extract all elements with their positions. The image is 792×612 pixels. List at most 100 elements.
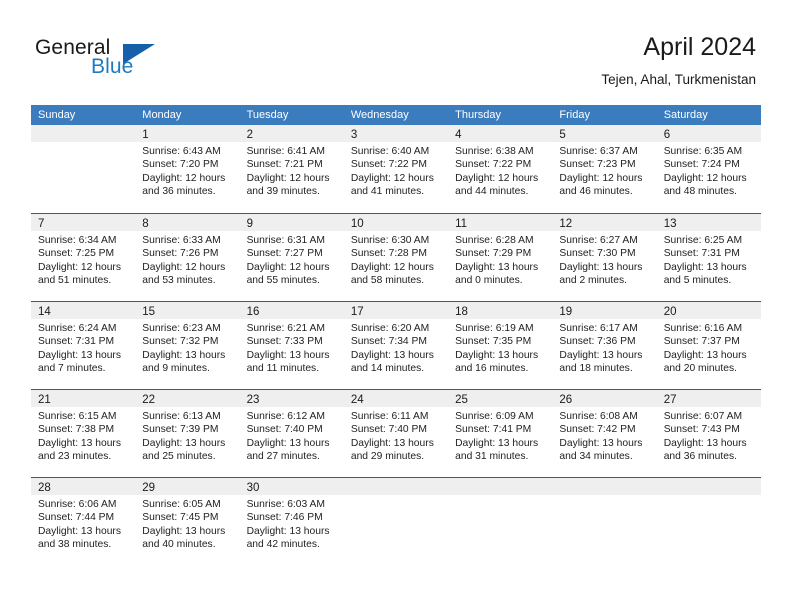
daylight-duration-line1: Daylight: 13 hours — [142, 349, 226, 361]
day-number: 29 — [142, 482, 156, 494]
calendar-day-cell[interactable]: 10 Sunrise: 6:30 AM Sunset: 7:28 PM Dayligh… — [343, 214, 449, 301]
day-number: 20 — [663, 306, 677, 318]
calendar-day-cell[interactable]: 5 Sunrise: 6:37 AM Sunset: 7:23 PM Daylight… — [552, 125, 657, 213]
day-number-band: 15 — [135, 302, 240, 319]
calendar-day-cell[interactable]: 17 Sunrise: 6:20 AM Sunset: 7:34 PM Dayligh… — [343, 302, 449, 389]
day-details: Sunrise: 6:38 AM Sunset: 7:22 PM Daylight:… — [448, 142, 552, 198]
sunset-time: Sunset: 7:23 PM — [559, 159, 636, 171]
calendar-week-row: 14 Sunrise: 6:24 AM Sunset: 7:31 PM Dayligh… — [31, 301, 761, 389]
calendar-day-cell[interactable]: 13 Sunrise: 6:25 AM Sunset: 7:31 PM Dayligh… — [656, 214, 761, 301]
daylight-duration-line2: and 42 minutes. — [246, 538, 320, 550]
day-number: 19 — [559, 306, 573, 318]
calendar-day-cell[interactable]: 2 Sunrise: 6:41 AM Sunset: 7:21 PM Daylight… — [239, 125, 344, 213]
day-number-band: 19 — [552, 302, 657, 319]
calendar-day-cell[interactable]: 1 Sunrise: 6:43 AM Sunset: 7:20 PM Daylight… — [135, 125, 240, 213]
calendar-day-cell[interactable]: 29 Sunrise: 6:05 AM Sunset: 7:45 PM Dayligh… — [135, 478, 240, 564]
day-number-band: 13 — [656, 214, 761, 231]
calendar-day-cell[interactable]: 14 Sunrise: 6:24 AM Sunset: 7:31 PM Dayligh… — [31, 302, 136, 389]
daylight-duration-line2: and 31 minutes. — [455, 450, 529, 462]
weekday-header-friday: Friday — [559, 109, 590, 121]
calendar-day-cell[interactable]: 11 Sunrise: 6:28 AM Sunset: 7:29 PM Dayligh… — [448, 214, 553, 301]
daylight-duration-line1: Daylight: 13 hours — [455, 437, 539, 449]
sunset-time: Sunset: 7:20 PM — [142, 159, 219, 171]
daylight-duration-line1: Daylight: 12 hours — [559, 172, 643, 184]
day-number-band: 30 — [239, 478, 344, 495]
day-number: 22 — [142, 394, 156, 406]
sunset-time: Sunset: 7:31 PM — [38, 336, 115, 348]
calendar-day-cell[interactable]: 4 Sunrise: 6:38 AM Sunset: 7:22 PM Daylight… — [448, 125, 553, 213]
day-number-band: 28 — [31, 478, 136, 495]
sunset-time: Sunset: 7:37 PM — [663, 336, 740, 348]
sunset-time: Sunset: 7:26 PM — [142, 248, 219, 260]
daylight-duration-line1: Daylight: 13 hours — [142, 525, 226, 537]
calendar-day-cell[interactable]: 27 Sunrise: 6:07 AM Sunset: 7:43 PM Dayligh… — [656, 390, 761, 477]
day-details: Sunrise: 6:16 AM Sunset: 7:37 PM Daylight:… — [657, 319, 761, 375]
daylight-duration-line2: and 36 minutes. — [142, 185, 216, 197]
daylight-duration-line1: Daylight: 12 hours — [142, 172, 226, 184]
day-details: Sunrise: 6:34 AM Sunset: 7:25 PM Daylight:… — [31, 231, 135, 287]
day-number: 5 — [559, 129, 566, 141]
day-number-band: 1 — [135, 125, 240, 142]
sunset-time: Sunset: 7:34 PM — [350, 336, 427, 348]
sunset-time: Sunset: 7:41 PM — [455, 424, 532, 436]
calendar-day-cell[interactable]: 6 Sunrise: 6:35 AM Sunset: 7:24 PM Daylight… — [656, 125, 761, 213]
day-details: Sunrise: 6:37 AM Sunset: 7:23 PM Daylight:… — [552, 142, 656, 198]
sunset-time: Sunset: 7:40 PM — [350, 424, 427, 436]
daylight-duration-line1: Daylight: 13 hours — [455, 349, 539, 361]
sunset-time: Sunset: 7:33 PM — [246, 336, 323, 348]
calendar-day-cell[interactable]: 23 Sunrise: 6:12 AM Sunset: 7:40 PM Dayligh… — [239, 390, 344, 477]
daylight-duration-line1: Daylight: 13 hours — [455, 261, 539, 273]
sunrise-time: Sunrise: 6:28 AM — [455, 235, 534, 246]
calendar-day-cell[interactable]: 7 Sunrise: 6:34 AM Sunset: 7:25 PM Daylight… — [31, 214, 136, 301]
calendar-day-cell[interactable]: 15 Sunrise: 6:23 AM Sunset: 7:32 PM Dayligh… — [135, 302, 240, 389]
day-number-band: 29 — [135, 478, 240, 495]
day-number: 14 — [38, 306, 51, 318]
day-number-band: 25 — [448, 390, 553, 407]
sunset-time: Sunset: 7:32 PM — [142, 336, 219, 348]
sunrise-time: Sunrise: 6:35 AM — [663, 146, 743, 157]
calendar-day-cell[interactable]: 18 Sunrise: 6:19 AM Sunset: 7:35 PM Dayligh… — [448, 302, 553, 389]
calendar-day-cell[interactable]: 30 Sunrise: 6:03 AM Sunset: 7:46 PM Dayligh… — [239, 478, 344, 564]
calendar-day-cell[interactable]: 28 Sunrise: 6:06 AM Sunset: 7:44 PM Dayligh… — [31, 478, 136, 564]
daylight-duration-line1: Daylight: 13 hours — [350, 437, 434, 449]
day-details: Sunrise: 6:35 AM Sunset: 7:24 PM Daylight:… — [657, 142, 761, 198]
sunrise-time: Sunrise: 6:30 AM — [350, 235, 430, 246]
sunset-time: Sunset: 7:21 PM — [246, 159, 323, 171]
sunrise-time: Sunrise: 6:17 AM — [559, 323, 638, 334]
calendar-day-cell[interactable]: 8 Sunrise: 6:33 AM Sunset: 7:26 PM Daylight… — [135, 214, 240, 301]
calendar-day-cell[interactable]: 16 Sunrise: 6:21 AM Sunset: 7:33 PM Dayligh… — [239, 302, 344, 389]
calendar-day-cell[interactable]: 19 Sunrise: 6:17 AM Sunset: 7:36 PM Dayligh… — [552, 302, 657, 389]
day-number-band: 16 — [239, 302, 344, 319]
general-blue-logo[interactable]: General Blue — [35, 36, 215, 86]
sunrise-time: Sunrise: 6:15 AM — [38, 411, 117, 422]
calendar-day-cell[interactable]: 20 Sunrise: 6:16 AM Sunset: 7:37 PM Dayligh… — [656, 302, 761, 389]
calendar-day-cell[interactable]: 21 Sunrise: 6:15 AM Sunset: 7:38 PM Dayligh… — [31, 390, 136, 477]
daylight-duration-line2: and 16 minutes. — [455, 362, 529, 374]
day-number-band — [343, 478, 449, 495]
day-number: 18 — [455, 306, 468, 318]
sunset-time: Sunset: 7:22 PM — [455, 159, 532, 171]
calendar-day-cell[interactable]: 26 Sunrise: 6:08 AM Sunset: 7:42 PM Dayligh… — [552, 390, 657, 477]
day-details: Sunrise: 6:15 AM Sunset: 7:38 PM Daylight:… — [31, 407, 135, 463]
sunset-time: Sunset: 7:22 PM — [350, 159, 427, 171]
calendar-day-cell[interactable]: 9 Sunrise: 6:31 AM Sunset: 7:27 PM Daylight… — [239, 214, 344, 301]
day-details: Sunrise: 6:40 AM Sunset: 7:22 PM Daylight:… — [344, 142, 448, 198]
day-details: Sunrise: 6:43 AM Sunset: 7:20 PM Daylight:… — [135, 142, 239, 198]
day-details: Sunrise: 6:27 AM Sunset: 7:30 PM Daylight:… — [552, 231, 656, 287]
daylight-duration-line1: Daylight: 12 hours — [350, 172, 434, 184]
day-details: Sunrise: 6:28 AM Sunset: 7:29 PM Daylight:… — [448, 231, 552, 287]
day-details: Sunrise: 6:41 AM Sunset: 7:21 PM Daylight:… — [240, 142, 344, 198]
day-number-band: 11 — [448, 214, 553, 231]
calendar-day-cell[interactable]: 25 Sunrise: 6:09 AM Sunset: 7:41 PM Dayligh… — [448, 390, 553, 477]
calendar-day-cell[interactable]: 12 Sunrise: 6:27 AM Sunset: 7:30 PM Dayligh… — [552, 214, 657, 301]
calendar-day-cell[interactable]: 22 Sunrise: 6:13 AM Sunset: 7:39 PM Dayligh… — [135, 390, 240, 477]
calendar-day-cell[interactable]: 3 Sunrise: 6:40 AM Sunset: 7:22 PM Daylight… — [343, 125, 449, 213]
day-number: 10 — [350, 218, 364, 230]
day-number-band: 14 — [31, 302, 136, 319]
daylight-duration-line2: and 39 minutes. — [246, 185, 320, 197]
sunrise-time: Sunrise: 6:03 AM — [246, 499, 325, 510]
day-number-band: 12 — [552, 214, 657, 231]
calendar-day-cell[interactable]: 24 Sunrise: 6:11 AM Sunset: 7:40 PM Dayligh… — [343, 390, 449, 477]
sunrise-time: Sunrise: 6:38 AM — [455, 146, 534, 157]
daylight-duration-line1: Daylight: 12 hours — [38, 261, 121, 273]
